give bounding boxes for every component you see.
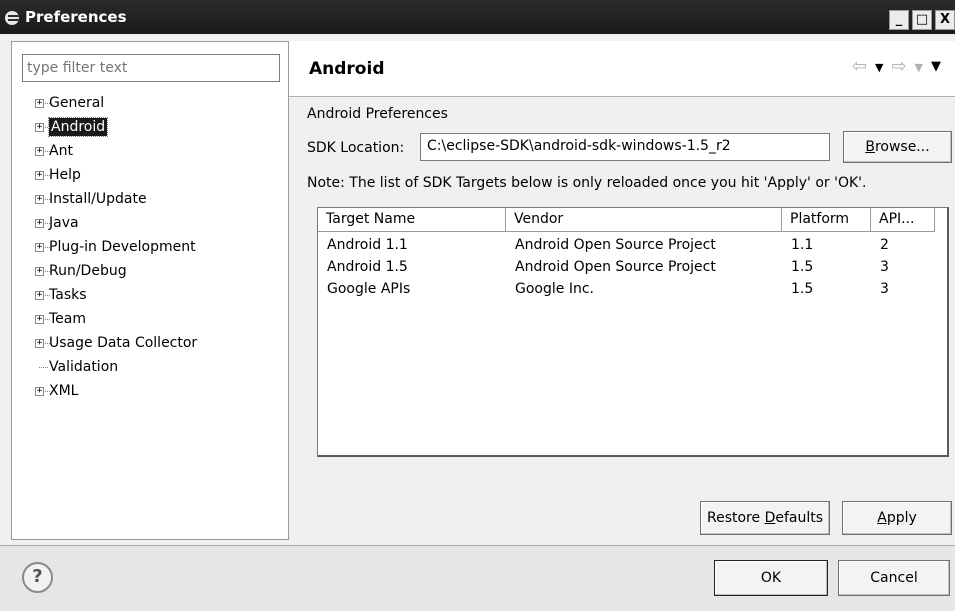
table-header: Target Name Vendor Platform API... (318, 208, 948, 232)
expand-icon[interactable]: + (35, 243, 50, 252)
tree-item-install-update[interactable]: + Install/Update (30, 188, 197, 212)
tree-item-label: Plug-in Development (49, 239, 196, 255)
apply-button[interactable]: Apply (842, 501, 952, 535)
api-cell: 3 (880, 281, 889, 297)
table-row[interactable]: Google APIs Google Inc. 1.5 3 (318, 278, 948, 300)
tree-item-label: Help (49, 167, 81, 183)
platform-cell: 1.5 (791, 259, 814, 275)
expand-icon[interactable]: + (35, 267, 50, 276)
sdk-targets-table: Target Name Vendor Platform API... Andro… (317, 207, 949, 457)
back-arrow-icon[interactable]: ⇦ (852, 56, 867, 77)
page-navigation: ⇦ ▼ ⇨ ▼ ▼ (852, 56, 941, 77)
forward-arrow-icon[interactable]: ⇨ (891, 56, 906, 77)
ok-button[interactable]: OK (714, 560, 828, 596)
filter-input[interactable] (22, 54, 280, 82)
vendor-cell: Google Inc. (515, 281, 594, 297)
preference-navigation-pane: +General+Android+Ant+Help+Install/Update… (11, 41, 289, 540)
view-menu-icon[interactable]: ▼ (931, 59, 941, 77)
forward-menu-caret-icon[interactable]: ▼ (915, 61, 923, 77)
expand-icon[interactable]: + (35, 339, 50, 348)
platform-cell: 1.1 (791, 237, 814, 253)
tree-item-android[interactable]: + Android (30, 116, 197, 140)
sdk-location-field[interactable]: C:\eclipse-SDK\android-sdk-windows-1.5_r… (420, 133, 830, 161)
column-header-platform[interactable]: Platform (782, 208, 871, 232)
tree-item-label: Tasks (49, 287, 87, 303)
target-name-cell: Android 1.1 (327, 237, 408, 253)
expand-icon[interactable]: + (35, 147, 50, 156)
cancel-button[interactable]: Cancel (838, 560, 950, 596)
tree-item-java[interactable]: + Java (30, 212, 197, 236)
tree-item-label: Install/Update (49, 191, 147, 207)
expand-icon[interactable]: + (35, 195, 50, 204)
tree-item-label: Run/Debug (49, 263, 127, 279)
tree-item-label: General (49, 95, 105, 111)
column-header-api[interactable]: API... (871, 208, 935, 232)
tree-item-label: XML (49, 383, 79, 399)
close-button[interactable]: X (935, 10, 955, 30)
title-bar: Preferences _ □ X (0, 0, 955, 34)
expand-icon[interactable]: + (35, 99, 50, 108)
tree-item-label: Validation (49, 359, 119, 375)
api-cell: 3 (880, 259, 889, 275)
tree-item-run-debug[interactable]: + Run/Debug (30, 260, 197, 284)
tree-item-xml[interactable]: + XML (30, 380, 197, 404)
tree-item-label: Team (49, 311, 87, 327)
tree-item-help[interactable]: + Help (30, 164, 197, 188)
vendor-cell: Android Open Source Project (515, 237, 716, 253)
expand-icon[interactable]: + (35, 315, 50, 324)
tree-item-label: Ant (49, 143, 73, 159)
page-header: Android ⇦ ▼ ⇨ ▼ ▼ (289, 41, 955, 97)
sdk-location-label: SDK Location: (307, 140, 405, 156)
minimize-button[interactable]: _ (889, 10, 909, 30)
page-title: Android (309, 59, 385, 79)
back-menu-caret-icon[interactable]: ▼ (875, 61, 883, 77)
column-header-target-name[interactable]: Target Name (318, 208, 506, 232)
table-row[interactable]: Android 1.5 Android Open Source Project … (318, 256, 948, 278)
preference-tree: + General + Android + Ant + Help + Install/Update… (30, 92, 197, 404)
tree-connector (39, 367, 48, 368)
browse-button[interactable]: Browse... (843, 131, 952, 163)
tree-item-validation[interactable]: Validation (30, 356, 197, 380)
tree-item-label: Android (47, 117, 109, 137)
window-controls: _ □ X (889, 10, 955, 30)
section-label: Android Preferences (307, 106, 448, 122)
tree-item-tasks[interactable]: + Tasks (30, 284, 197, 308)
tree-item-label: Java (49, 215, 79, 231)
eclipse-icon (5, 11, 19, 25)
help-icon[interactable]: ? (22, 562, 53, 593)
tree-item-general[interactable]: + General (30, 92, 197, 116)
target-name-cell: Google APIs (327, 281, 411, 297)
platform-cell: 1.5 (791, 281, 814, 297)
expand-icon[interactable]: + (35, 123, 50, 132)
dialog-button-bar: ? OK Cancel (0, 545, 955, 611)
tree-item-label: Usage Data Collector (49, 335, 198, 351)
tree-item-usage-data-collector[interactable]: + Usage Data Collector (30, 332, 197, 356)
table-row[interactable]: Android 1.1 Android Open Source Project … (318, 234, 948, 256)
target-name-cell: Android 1.5 (327, 259, 408, 275)
tree-item-team[interactable]: + Team (30, 308, 197, 332)
expand-icon[interactable]: + (35, 171, 50, 180)
restore-defaults-button[interactable]: Restore Defaults (700, 501, 830, 535)
vendor-cell: Android Open Source Project (515, 259, 716, 275)
window-title: Preferences (25, 8, 127, 26)
tree-item-plug-in-development[interactable]: + Plug-in Development (30, 236, 197, 260)
column-header-vendor[interactable]: Vendor (506, 208, 782, 232)
expand-icon[interactable]: + (35, 219, 50, 228)
maximize-button[interactable]: □ (912, 10, 932, 30)
expand-icon[interactable]: + (35, 291, 50, 300)
expand-icon[interactable]: + (35, 387, 50, 396)
tree-item-ant[interactable]: + Ant (30, 140, 197, 164)
reload-note: Note: The list of SDK Targets below is o… (307, 175, 867, 191)
api-cell: 2 (880, 237, 889, 253)
